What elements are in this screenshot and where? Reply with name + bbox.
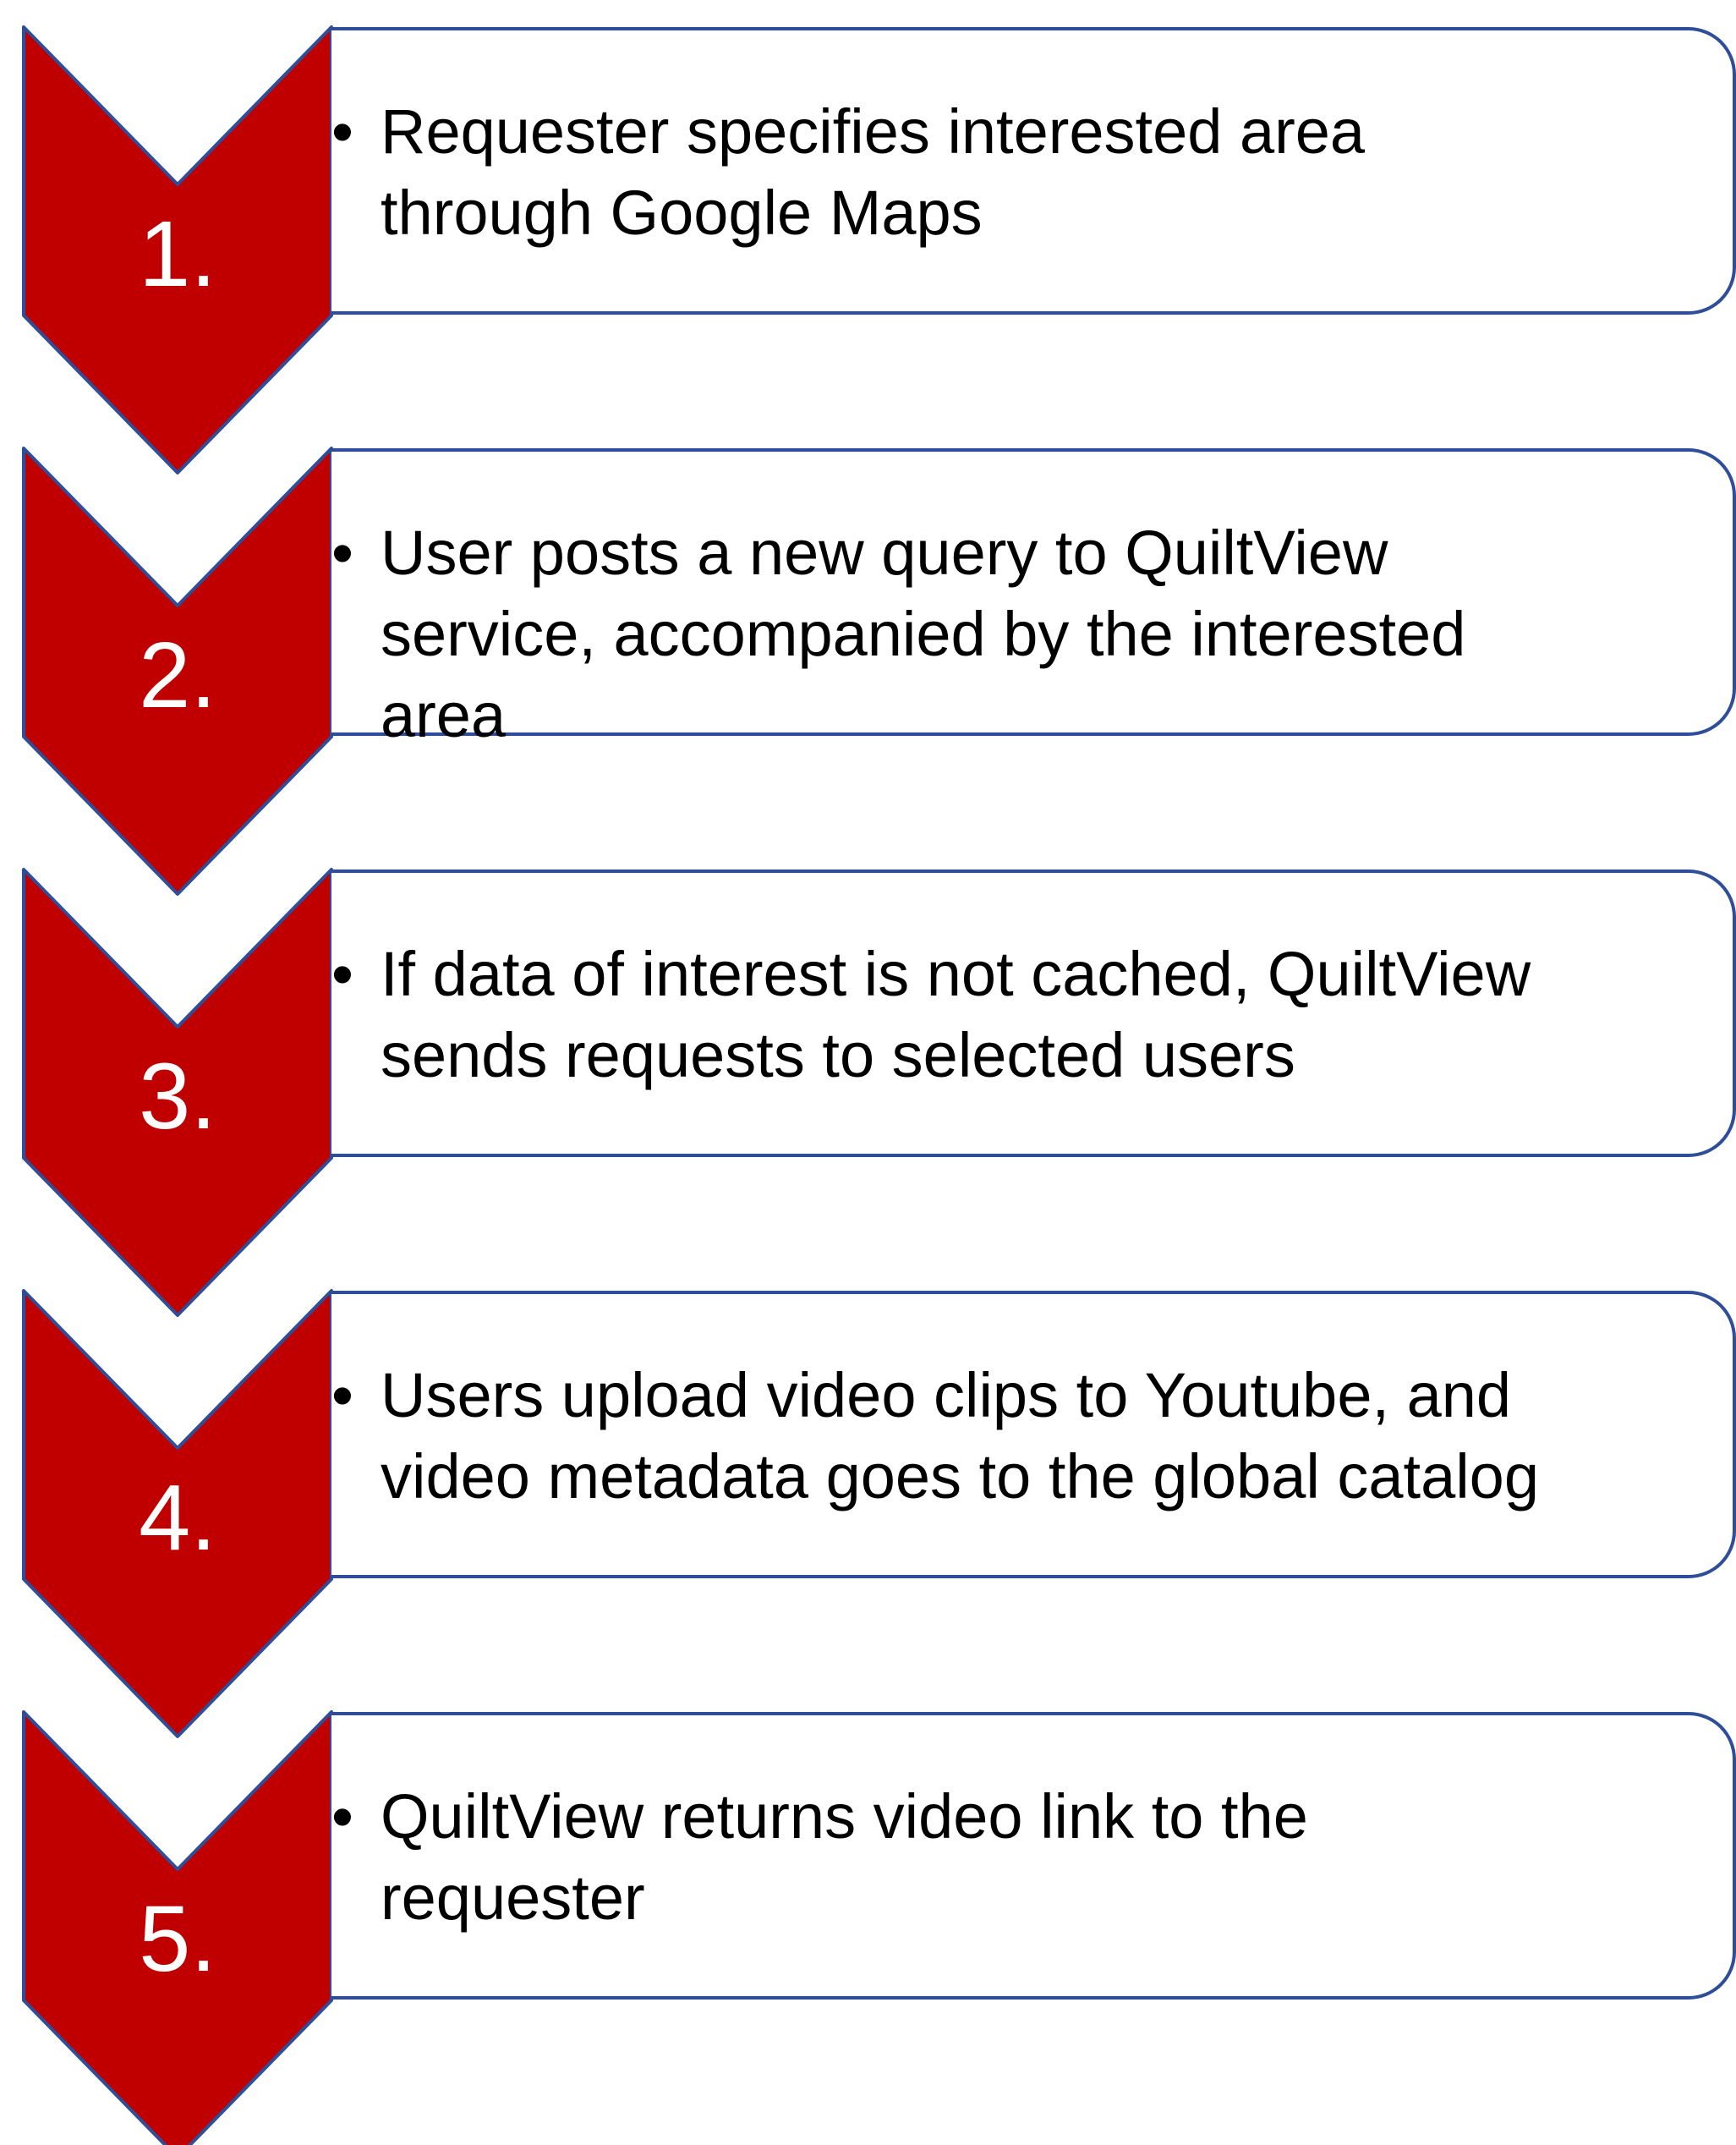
step-number: 1. xyxy=(139,202,216,306)
step-text-line: Requester specifies interested area xyxy=(381,96,1366,167)
step-box: • Requester specifies interested area thro… xyxy=(331,27,1736,315)
step-text-line: service, accompanied by the interested xyxy=(381,599,1466,669)
bullet-icon: • xyxy=(331,939,353,1009)
bullet-icon: • xyxy=(331,518,353,588)
step-description: • If data of interest is not cached, Quil… xyxy=(331,934,1716,1096)
bullet-icon: • xyxy=(331,1360,353,1430)
bullet-icon: • xyxy=(331,96,353,167)
step-box: • QuiltView returns video link to the requ… xyxy=(331,1712,1736,2000)
step-box: • Users upload video clips to Youtube, an… xyxy=(331,1291,1736,1578)
step-number: 3. xyxy=(139,1045,216,1149)
step-text-line: Users upload video clips to Youtube, and xyxy=(381,1360,1512,1430)
bullet-icon: • xyxy=(331,1781,353,1852)
process-flow-diagram: 1. 2. 3. 4. 5. • Requester specifies interest… xyxy=(0,0,1736,2145)
step-description: • QuiltView returns video link to the requ… xyxy=(331,1776,1716,1939)
step-text-line: through Google Maps xyxy=(381,178,983,248)
step-number: 4. xyxy=(139,1466,216,1570)
step-description: • User posts a new query to QuiltView serv… xyxy=(331,513,1716,756)
step-text-line: video metadata goes to the global catalo… xyxy=(381,1441,1539,1511)
step-box: • If data of interest is not cached, Quil… xyxy=(331,870,1736,1157)
step-text-line: sends requests to selected users xyxy=(381,1020,1295,1090)
step-text-line: QuiltView returns video link to the xyxy=(381,1781,1308,1852)
step-number: 5. xyxy=(139,1887,216,1991)
step-text-line: If data of interest is not cached, Quilt… xyxy=(381,939,1531,1009)
step-text-line: area xyxy=(381,680,507,750)
step-description: • Requester specifies interested area thro… xyxy=(331,91,1716,254)
step-box: • User posts a new query to QuiltView serv… xyxy=(331,448,1736,750)
step-number: 2. xyxy=(139,623,216,727)
step-description: • Users upload video clips to Youtube, an… xyxy=(331,1355,1716,1517)
step-text-line: requester xyxy=(381,1862,645,1933)
step-text-line: User posts a new query to QuiltView xyxy=(381,518,1388,588)
